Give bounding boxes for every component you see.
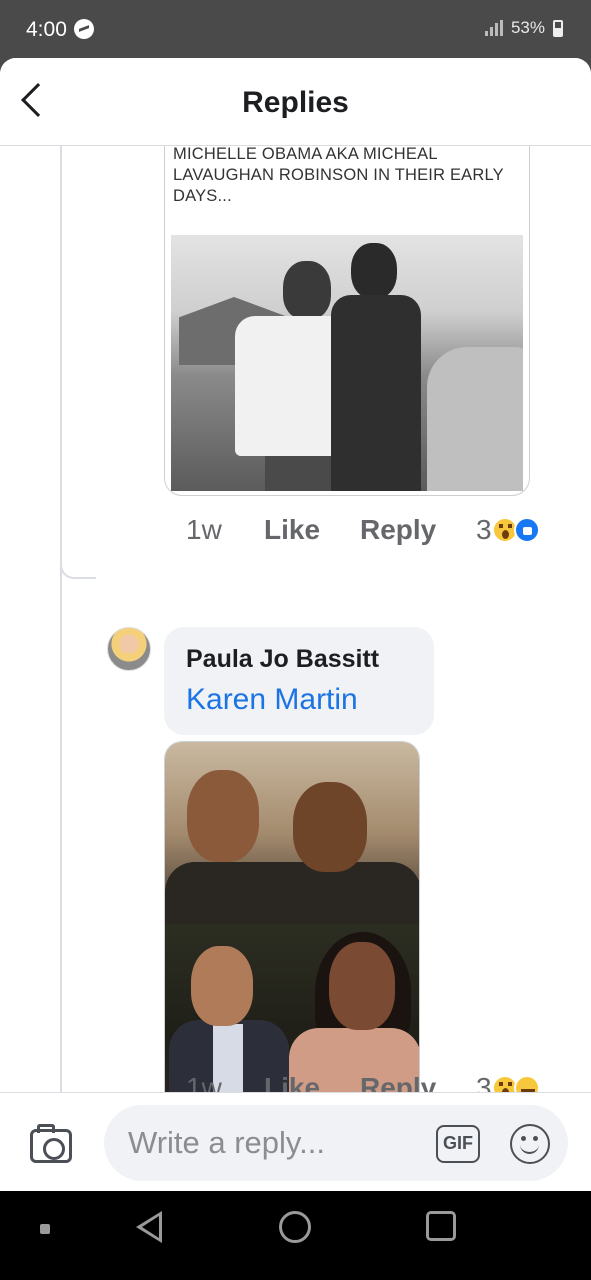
comment-bubble[interactable]: Paula Jo Bassitt Karen Martin — [164, 627, 434, 735]
emoji-icon[interactable] — [510, 1124, 550, 1164]
status-time: 4:00 — [26, 18, 67, 41]
battery-percent: 53% — [510, 18, 545, 37]
like-button[interactable]: Like — [264, 514, 360, 546]
like-button[interactable]: Like — [264, 1072, 360, 1092]
camera-icon[interactable] — [30, 1124, 72, 1163]
comment-time: 1w — [186, 514, 222, 545]
status-indicators: 53% — [484, 18, 563, 38]
reply-thread[interactable]: BARRY SOTERO AKA BARRACK AND MICHELLE OB… — [0, 146, 591, 1092]
nav-home-icon[interactable] — [279, 1211, 311, 1243]
reply-button[interactable]: Reply — [360, 1072, 476, 1092]
thread-line — [60, 146, 62, 1092]
signal-icon — [484, 20, 503, 36]
like-icon[interactable] — [513, 517, 540, 543]
comment-author[interactable]: Paula Jo Bassitt — [186, 645, 379, 674]
reply-button[interactable]: Reply — [360, 514, 476, 546]
meme-photo — [171, 235, 523, 491]
haha-icon[interactable] — [513, 1075, 540, 1092]
reply-input[interactable]: Write a reply... GIF — [104, 1105, 568, 1181]
page-title: Replies — [242, 86, 349, 119]
gif-button[interactable]: GIF — [436, 1125, 480, 1163]
photo-young-couple — [165, 742, 419, 924]
nav-back-icon[interactable] — [136, 1211, 162, 1243]
comment-actions: 1w Like Reply 3 — [186, 514, 540, 546]
nav-indicator-icon — [40, 1224, 50, 1234]
comment-mention[interactable]: Karen Martin — [186, 683, 358, 717]
photo-older-couple — [165, 924, 419, 1092]
reply-placeholder: Write a reply... — [128, 1125, 325, 1160]
reply-composer: Write a reply... GIF — [0, 1092, 591, 1191]
status-bar: 4:00 53% — [0, 0, 591, 58]
reaction-count[interactable]: 3 — [476, 514, 492, 546]
reply-connector — [60, 553, 96, 579]
reaction-count[interactable]: 3 — [476, 1072, 492, 1092]
messenger-notification-icon — [74, 19, 94, 39]
header: Replies — [0, 58, 591, 146]
battery-icon — [553, 19, 563, 37]
meme-caption: BARRY SOTERO AKA BARRACK AND MICHELLE OB… — [173, 146, 504, 205]
nav-recents-icon[interactable] — [426, 1211, 456, 1241]
comment-actions: 1w Like Reply 3 — [186, 1072, 540, 1092]
comment-time: 1w — [186, 1072, 222, 1092]
system-nav-bar — [0, 1191, 591, 1280]
meme-image[interactable]: BARRY SOTERO AKA BARRACK AND MICHELLE OB… — [164, 146, 530, 496]
comment-photo[interactable] — [164, 741, 420, 1092]
avatar[interactable] — [107, 627, 151, 671]
replies-sheet: Replies BARRY SOTERO AKA BARRACK AND MIC… — [0, 58, 591, 1191]
